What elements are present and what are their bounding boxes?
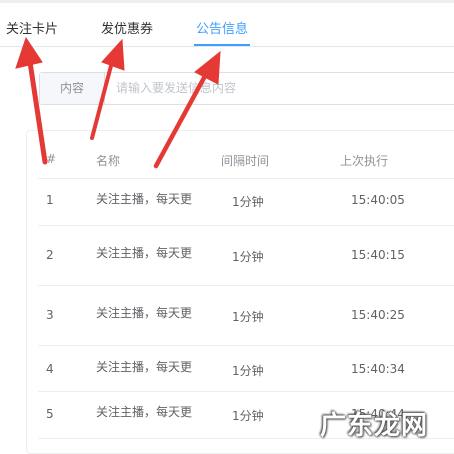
row-3-interval: 1分钟 [232,310,264,324]
row-4-last-run: 15:40:34 [351,362,405,376]
content-label: 内容 [40,73,105,104]
row-2-name: 关注主播，每天更 [96,246,193,260]
row-3-last-run: 15:40:25 [351,308,405,322]
row-3-name: 关注主播，每天更 [96,306,193,320]
col-header-interval: 间隔时间 [221,154,270,168]
row-divider [38,225,454,226]
watermark-logo: 广东龙网 [320,411,429,441]
row-5-name: 关注主播，每天更 [96,405,193,419]
row-4-name: 关注主播，每天更 [96,360,193,374]
row-5-index: 5 [46,407,54,421]
row-3-index: 3 [46,308,54,322]
tab-follow-card[interactable]: 关注卡片 [6,18,58,37]
row-1-interval: 1分钟 [232,195,264,209]
row-2-index: 2 [46,248,54,262]
row-divider [38,345,454,346]
row-4-interval: 1分钟 [232,364,264,378]
row-divider [38,285,454,286]
row-1-index: 1 [46,193,54,207]
row-divider [38,391,454,392]
active-tab-indicator [194,44,250,46]
row-4-index: 4 [46,362,54,376]
col-header-index: # [46,152,57,166]
col-header-name: 名称 [96,154,121,168]
row-5-interval: 1分钟 [232,409,264,423]
row-1-name: 关注主播，每天更 [96,192,193,206]
tab-coupon[interactable]: 发优惠券 [101,18,153,37]
content-input[interactable] [110,73,454,102]
content-input-group: 内容 [39,72,454,105]
col-header-last-run: 上次执行 [340,154,389,168]
header-divider [38,178,454,179]
row-2-last-run: 15:40:15 [351,248,405,262]
row-2-interval: 1分钟 [232,250,264,264]
tab-announcement[interactable]: 公告信息 [196,18,248,37]
tab-bar: 关注卡片 发优惠券 公告信息 [0,0,454,47]
row-1-last-run: 15:40:05 [351,193,405,207]
